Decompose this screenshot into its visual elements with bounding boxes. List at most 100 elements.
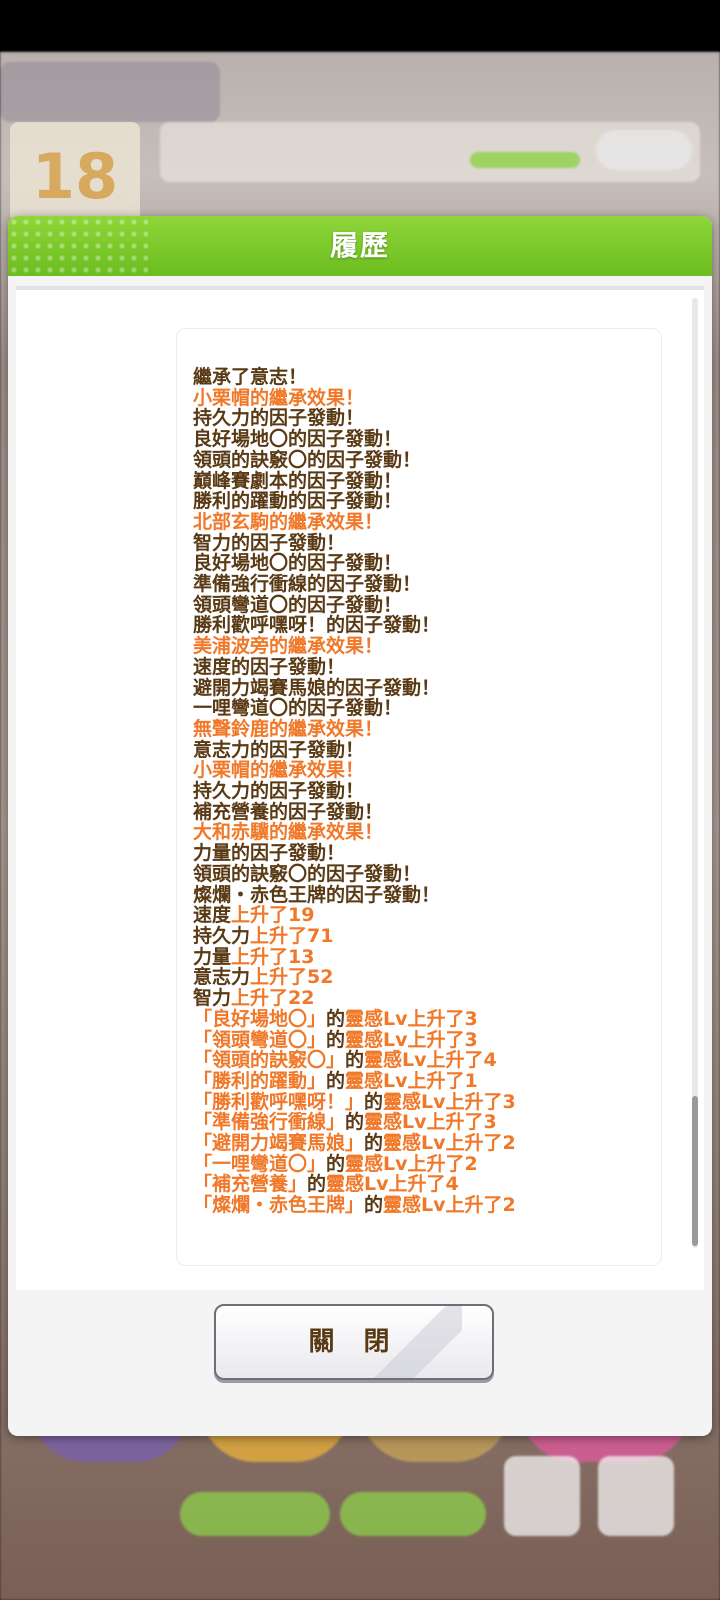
log-highlight-text: 靈感Lv上升了2 <box>345 1152 478 1175</box>
history-scroll-area[interactable]: 繼承了意志！ 小栗帽的繼承效果！ 持久力的因子發動！ 良好場地〇的因子發動！ 領頭的訣竅… <box>16 286 704 1290</box>
log-highlight-text: 「準備強行衝線」 <box>193 1111 346 1134</box>
log-text: 的 <box>326 1069 346 1092</box>
log-text: 避開力竭賽馬娘的因子發動！ <box>193 676 441 699</box>
bg-day-counter: 18 <box>10 122 140 222</box>
log-line: 巔峰賽劇本的因子發動！ <box>193 469 653 492</box>
log-text: 準備強行衝線的因子發動！ <box>193 573 422 596</box>
log-line: 「良好場地〇」的靈感Lv上升了3 <box>193 1007 653 1030</box>
log-line: 「勝利歡呼嘿呀！」的靈感Lv上升了3 <box>193 1090 653 1113</box>
log-highlight-text: 靈感Lv上升了3 <box>383 1090 516 1113</box>
log-line: 一哩彎道〇的因子發動！ <box>193 698 653 719</box>
log-highlight-text: 靈感Lv上升了2 <box>383 1194 516 1217</box>
log-line: 良好場地〇的因子發動！ <box>193 553 653 574</box>
log-line: 補充營養的因子發動！ <box>193 801 653 823</box>
scrollbar-thumb[interactable] <box>692 1096 698 1246</box>
bg-detail-button <box>596 130 692 170</box>
log-highlight-text: 小栗帽的繼承效果！ <box>193 759 365 782</box>
log-text: 的 <box>345 1111 365 1134</box>
log-highlight-text: 靈感Lv上升了1 <box>345 1069 478 1092</box>
log-text: 的 <box>307 1173 327 1196</box>
log-text: 良好場地〇的因子發動！ <box>193 552 403 575</box>
log-line: 「勝利的躍動」的靈感Lv上升了1 <box>193 1071 653 1092</box>
log-line: 勝利歡呼嘿呀！的因子發動！ <box>193 615 653 636</box>
log-line: 意志力的因子發動！ <box>193 738 653 761</box>
log-text: 的 <box>326 1007 346 1030</box>
log-line: 力量的因子發動！ <box>193 843 653 864</box>
log-line: 小栗帽的繼承效果！ <box>193 386 653 409</box>
bg-top-panel <box>0 62 220 122</box>
log-highlight-text: 「領頭的訣竅〇」 <box>193 1049 346 1072</box>
log-text: 領頭的訣竅〇的因子發動！ <box>193 448 422 471</box>
log-text: 巔峰賽劇本的因子發動！ <box>193 469 403 492</box>
log-highlight-text: 「避開力竭賽馬娘」 <box>193 1132 365 1155</box>
log-line: 北部玄駒的繼承效果！ <box>193 512 653 533</box>
log-line: 燦爛・赤色王牌的因子發動！ <box>193 883 653 906</box>
log-line: 「補充營養」的靈感Lv上升了4 <box>193 1174 653 1195</box>
log-line: 智力的因子發動！ <box>193 531 653 554</box>
close-button-label: 關 閉 <box>308 1327 400 1357</box>
log-highlight-text: 靈感Lv上升了3 <box>345 1007 478 1030</box>
log-text: 意志力 <box>193 966 251 989</box>
log-line: 領頭彎道〇的因子發動！ <box>193 594 653 616</box>
log-line: 美浦波旁的繼承效果！ <box>193 636 653 657</box>
log-text: 持久力 <box>193 924 251 947</box>
log-text: 力量的因子發動！ <box>193 842 346 865</box>
log-line: 持久力的因子發動！ <box>193 408 653 429</box>
log-highlight-text: 「燦爛・赤色王牌」 <box>193 1194 365 1217</box>
log-line: 「燦爛・赤色王牌」的靈感Lv上升了2 <box>193 1195 653 1216</box>
log-text: 勝利的躍動的因子發動！ <box>193 490 403 513</box>
log-line: 速度上升了19 <box>193 905 653 926</box>
log-text: 的 <box>364 1090 384 1113</box>
bg-menu-button <box>598 1456 674 1536</box>
log-highlight-text: 「一哩彎道〇」 <box>193 1152 327 1175</box>
log-line: 智力上升了22 <box>193 988 653 1009</box>
log-line: 無聲鈴鹿的繼承效果！ <box>193 719 653 740</box>
log-highlight-text: 「勝利的躍動」 <box>193 1069 327 1092</box>
log-line: 領頭的訣竅〇的因子發動！ <box>193 448 653 471</box>
log-text: 繼承了意志！ <box>193 366 308 388</box>
log-line: 繼承了意志！ <box>193 367 653 388</box>
log-text: 智力的因子發動！ <box>193 531 346 554</box>
log-text: 的 <box>345 1049 365 1072</box>
log-text: 的 <box>326 1028 346 1051</box>
log-line: 速度的因子發動！ <box>193 655 653 678</box>
log-line: 意志力上升了52 <box>193 967 653 988</box>
log-line: 「領頭的訣竅〇」的靈感Lv上升了4 <box>193 1050 653 1071</box>
log-line: 良好場地〇的因子發動！ <box>193 429 653 450</box>
log-text: 速度的因子發動！ <box>193 655 346 678</box>
log-highlight-text: 上升了71 <box>250 924 334 947</box>
log-text: 勝利歡呼嘿呀！的因子發動！ <box>193 614 441 637</box>
log-highlight-text: 小栗帽的繼承效果！ <box>193 386 365 409</box>
close-button[interactable]: 關 閉 <box>214 1304 494 1380</box>
history-log-list: 繼承了意志！ 小栗帽的繼承效果！ 持久力的因子發動！ 良好場地〇的因子發動！ 領頭的訣竅… <box>193 367 653 1216</box>
log-text: 的 <box>364 1132 384 1155</box>
log-text: 的 <box>364 1194 384 1217</box>
dialog-header: 履歷 <box>8 216 712 276</box>
log-line: 「準備強行衝線」的靈感Lv上升了3 <box>193 1112 653 1133</box>
log-line: 大和赤驥的繼承效果！ <box>193 822 653 843</box>
log-text: 良好場地〇的因子發動！ <box>193 428 403 451</box>
history-log-box: 繼承了意志！ 小栗帽的繼承效果！ 持久力的因子發動！ 良好場地〇的因子發動！ 領頭的訣竅… <box>176 328 662 1266</box>
log-line: 「領頭彎道〇」的靈感Lv上升了3 <box>193 1028 653 1051</box>
status-bar <box>0 0 720 52</box>
log-line: 「一哩彎道〇」的靈感Lv上升了2 <box>193 1152 653 1175</box>
log-text: 的 <box>326 1152 346 1175</box>
log-line: 領頭的訣竅〇的因子發動！ <box>193 864 653 885</box>
log-line: 「避開力竭賽馬娘」的靈感Lv上升了2 <box>193 1133 653 1154</box>
log-line: 避開力竭賽馬娘的因子發動！ <box>193 676 653 699</box>
log-text: 燦爛・赤色王牌的因子發動！ <box>193 883 441 906</box>
log-highlight-text: 「補充營養」 <box>193 1173 308 1196</box>
log-line: 力量上升了13 <box>193 945 653 968</box>
bg-skip-button <box>180 1492 330 1536</box>
log-text: 力量 <box>193 945 232 968</box>
log-highlight-text: 靈感Lv上升了3 <box>364 1111 497 1134</box>
log-text: 智力 <box>193 987 232 1010</box>
log-line: 準備強行衝線的因子發動！ <box>193 574 653 595</box>
log-highlight-text: 上升了19 <box>231 904 315 927</box>
log-line: 持久力的因子發動！ <box>193 781 653 802</box>
log-text: 意志力的因子發動！ <box>193 738 365 761</box>
bg-auto-button <box>340 1492 486 1536</box>
log-highlight-text: 靈感Lv上升了4 <box>326 1173 459 1196</box>
log-highlight-text: 「領頭彎道〇」 <box>193 1028 327 1051</box>
log-text: 持久力的因子發動！ <box>193 407 365 430</box>
